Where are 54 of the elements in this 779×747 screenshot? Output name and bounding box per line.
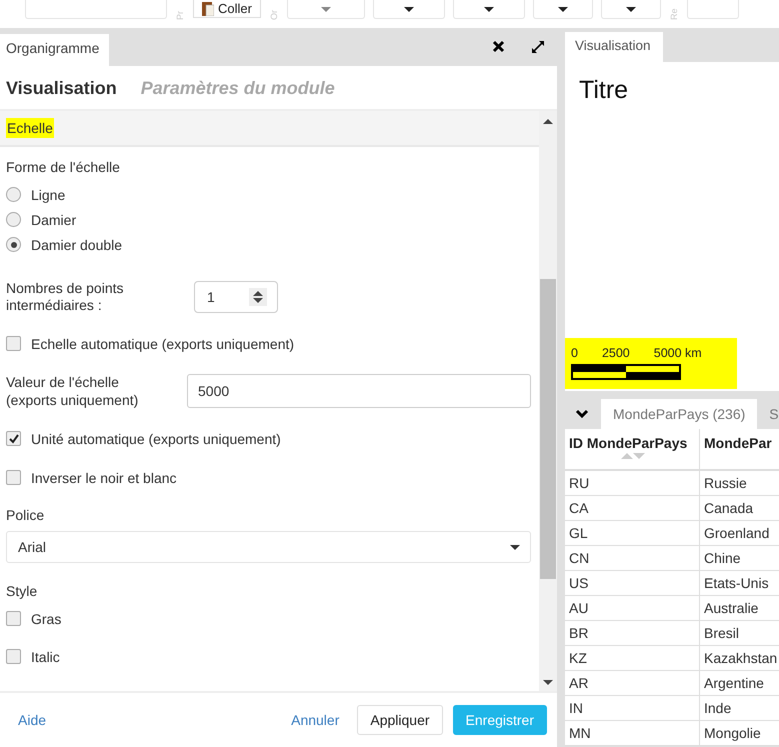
table-cell: Argentine (700, 670, 779, 696)
scale-label: 2500 (602, 346, 630, 360)
scale-label: 5000 km (654, 346, 702, 360)
table-cell: Mongolie (700, 720, 779, 746)
column-header[interactable]: MondePar (700, 429, 779, 470)
checkbox-label: Unité automatique (exports uniquement) (31, 430, 281, 446)
table-cell: Canada (700, 496, 779, 520)
apply-button[interactable]: Appliquer (357, 705, 443, 735)
table-cell: CA (565, 496, 700, 520)
radio-label: Ligne (31, 186, 66, 202)
table-cell: Bresil (700, 620, 779, 646)
table-cell: Russie (700, 470, 779, 496)
table-cell: Inde (700, 696, 779, 720)
checkbox-label: Italic (31, 648, 60, 664)
table-cell: Kazakhstan (700, 646, 779, 670)
paste-button[interactable]: Coller (193, 0, 261, 18)
checkbox-label: Echelle automatique (exports uniquement) (31, 336, 294, 352)
data-tab[interactable]: MondeParPays (236) (601, 399, 758, 429)
help-link[interactable]: Aide (18, 712, 46, 728)
field-label: Police (6, 507, 46, 523)
table-cell: GL (565, 520, 700, 546)
column-header[interactable]: ID MondeParPays (565, 429, 700, 470)
table-cell: KZ (565, 646, 700, 670)
table-cell: Australie (700, 596, 779, 620)
table-cell: RU (565, 470, 700, 496)
section-header[interactable]: Echelle (0, 111, 539, 147)
table-cell: US (565, 570, 700, 596)
radio-label: Damier double (31, 236, 122, 252)
checkbox-label: Gras (31, 610, 62, 626)
table-cell: AU (565, 596, 700, 620)
table-cell: Etats-Unis (700, 570, 779, 596)
header-tab[interactable]: Visualisation (6, 78, 117, 99)
field-label: Valeur de l'échelle (exports uniquement) (6, 373, 140, 409)
table-cell: BR (565, 620, 700, 646)
table-cell: IN (565, 696, 700, 720)
cancel-link[interactable]: Annuler (291, 712, 340, 728)
checkbox-label: Inverser le noir et blanc (31, 470, 177, 486)
radio-label: Damier (31, 212, 76, 228)
scale-label: 0 (571, 346, 578, 360)
number-field[interactable]: 1 (194, 281, 278, 313)
font-dropdown[interactable]: Arial (6, 531, 531, 563)
table-cell: CN (565, 546, 700, 570)
table-cell: MN (565, 720, 700, 746)
field-label: Forme de l'échelle (6, 159, 121, 175)
field-label: Style (6, 583, 38, 599)
input-field[interactable]: 5000 (187, 374, 531, 408)
table-cell: Groenland (700, 520, 779, 546)
field-label: Nombres de points intermédiaires : (6, 280, 125, 314)
panel-tab[interactable]: Organigramme (0, 34, 110, 66)
panel-tab[interactable]: Visualisation (565, 32, 663, 62)
section-title: Echelle (6, 118, 54, 138)
table-cell: Chine (700, 546, 779, 570)
table-cell: AR (565, 670, 700, 696)
map-title: Titre (578, 75, 630, 105)
